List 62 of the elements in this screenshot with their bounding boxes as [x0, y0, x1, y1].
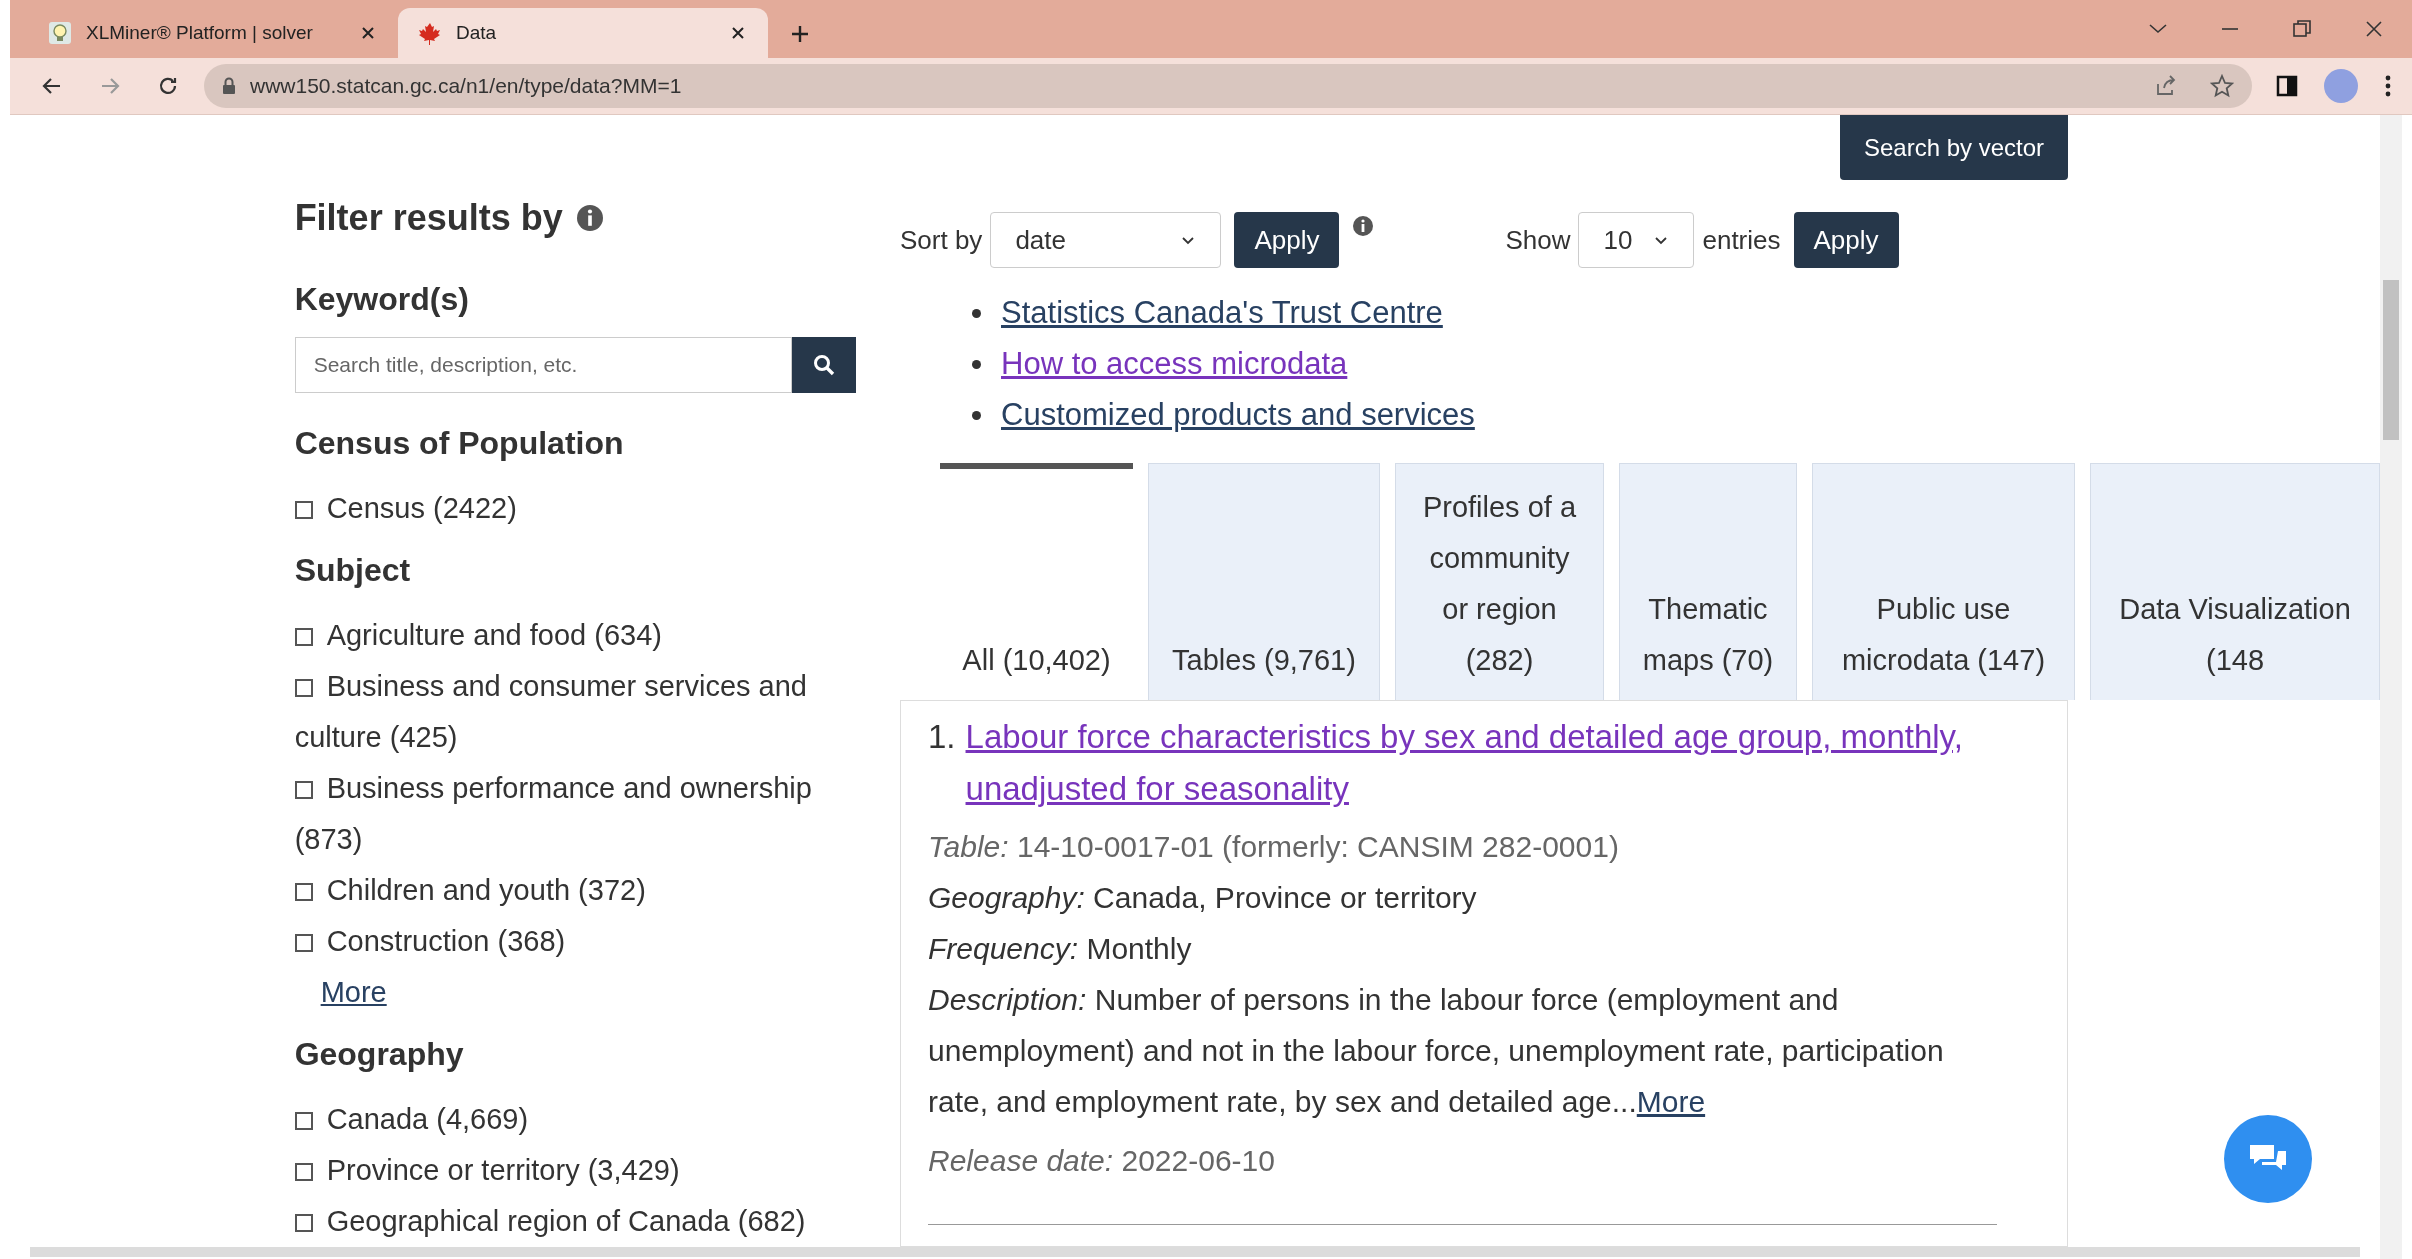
bullet	[972, 309, 981, 318]
result-tab[interactable]: Data Visualization (148	[2090, 463, 2380, 700]
apply-button[interactable]: Apply	[1234, 212, 1340, 268]
checkbox-option[interactable]: Geographical region of Canada (682)	[294, 1196, 856, 1247]
vertical-scrollbar[interactable]	[2380, 115, 2402, 1259]
field-label: entries	[1702, 223, 1781, 257]
browser-tab[interactable]: Data	[398, 8, 768, 58]
side-panel-icon[interactable]	[2276, 75, 2298, 97]
lightbulb-icon	[48, 21, 72, 45]
star-icon[interactable]	[2210, 74, 2234, 98]
metadata-text: Description: Number of persons in the labour force (employment and unemployment) and not in the labour force, unemployment rate, participation rate, and employment rate, by sex and detailed age...More	[928, 982, 1945, 1120]
section-heading: Geography	[294, 1035, 465, 1074]
metadata-text: Geography: Canada, Province or territory	[928, 880, 1478, 916]
checkbox-option[interactable]: Province or territory (3,429)	[294, 1145, 856, 1196]
more-link[interactable]: More	[1636, 1085, 1706, 1118]
result-number: 1.	[928, 717, 956, 757]
search-button[interactable]	[791, 337, 856, 393]
tab-title: Data	[456, 20, 498, 45]
result-tab[interactable]: Tables (9,761)	[1148, 463, 1380, 700]
checkbox-option[interactable]: Children and youth (372)	[294, 865, 856, 916]
section-heading: Keyword(s)	[294, 280, 470, 319]
search-field[interactable]: Search title, description, etc.	[294, 337, 792, 393]
filter-heading: Filter results by	[294, 196, 563, 240]
checkbox-option[interactable]: Agriculture and food (634)	[294, 610, 856, 661]
bullet	[972, 360, 981, 369]
maple-leaf-icon	[418, 21, 442, 45]
link[interactable]: How to access microdata	[1001, 341, 1348, 388]
section-heading: Census of Population	[294, 424, 625, 463]
search-by-vector-button[interactable]: Search by vector	[1840, 115, 2069, 180]
url-text: www150.statcan.gc.ca/n1/en/type/data?MM=1	[250, 73, 683, 100]
info-icon[interactable]	[1353, 216, 1374, 236]
field-label: Show	[1505, 223, 1571, 257]
checkbox-option[interactable]: Construction (368)	[294, 916, 856, 967]
checkbox-option[interactable]: Business performance and ownership (873)	[294, 763, 856, 865]
field-label: Sort by	[900, 223, 983, 257]
bullet	[972, 411, 981, 420]
result-link[interactable]: Labour force characteristics by sex and detailed age group, monthly, unadjusted for seasonality	[965, 711, 1997, 815]
link[interactable]: Statistics Canada's Trust Centre	[1001, 290, 1443, 337]
metadata-text: Table: 14-10-0017-01 (formerly: CANSIM 282-0001)	[928, 829, 1620, 865]
checkbox-option[interactable]: Canada (4,669)	[294, 1094, 856, 1145]
lock-icon	[222, 77, 236, 95]
select-dropdown[interactable]: date	[990, 212, 1222, 268]
browser-tab[interactable]: XLMiner® Platform | solver	[28, 8, 398, 58]
section-heading: Subject	[294, 551, 412, 590]
tab-title: XLMiner® Platform | solver	[86, 20, 314, 45]
apply-button[interactable]: Apply	[1793, 212, 1899, 268]
result-tab[interactable]: Public use microdata (147)	[1812, 463, 2075, 700]
metadata-text: Release date: 2022-06-10	[928, 1143, 1276, 1179]
more-link[interactable]: More	[320, 967, 387, 1018]
info-icon[interactable]	[576, 205, 603, 231]
menu-icon[interactable]	[2384, 74, 2392, 98]
link[interactable]: Customized products and services	[1001, 392, 1475, 439]
search-icon	[811, 353, 836, 377]
share-icon[interactable]	[2154, 74, 2178, 98]
select-dropdown[interactable]: 10	[1578, 212, 1695, 268]
result-tab[interactable]: Profiles of a community or region (282)	[1395, 463, 1604, 700]
result-tab[interactable]: Thematic maps (70)	[1619, 463, 1797, 700]
horizontal-scrollbar[interactable]	[30, 1247, 2360, 1257]
checkbox-option[interactable]: Census (2422)	[294, 483, 856, 534]
checkbox-option[interactable]: Business and consumer services and culture (425)	[294, 661, 856, 763]
metadata-text: Frequency: Monthly	[928, 931, 1193, 967]
address-bar[interactable]: www150.statcan.gc.ca/n1/en/type/data?MM=1	[204, 64, 2252, 108]
